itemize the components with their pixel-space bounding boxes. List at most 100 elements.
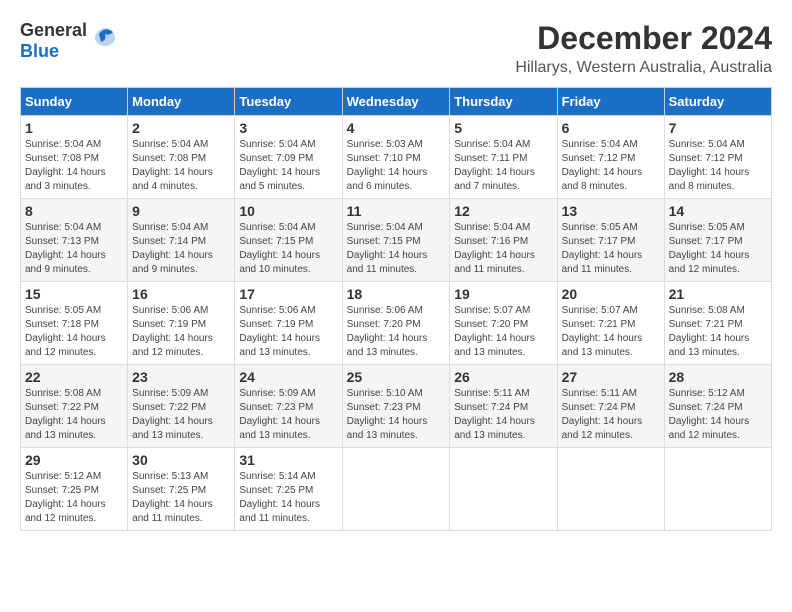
day-number: 3 (239, 120, 337, 136)
calendar-cell: 16 Sunrise: 5:06 AM Sunset: 7:19 PM Dayl… (128, 282, 235, 365)
calendar-header-thursday: Thursday (450, 88, 557, 116)
calendar-cell (450, 448, 557, 531)
calendar-header-friday: Friday (557, 88, 664, 116)
logo-text: General Blue (20, 20, 87, 62)
day-number: 22 (25, 369, 123, 385)
day-info: Sunrise: 5:10 AM Sunset: 7:23 PM Dayligh… (347, 387, 446, 443)
calendar-cell: 29 Sunrise: 5:12 AM Sunset: 7:25 PM Dayl… (21, 448, 128, 531)
day-number: 30 (132, 452, 230, 468)
title-section: December 2024 Hillarys, Western Australi… (515, 20, 772, 77)
calendar-cell: 1 Sunrise: 5:04 AM Sunset: 7:08 PM Dayli… (21, 116, 128, 199)
calendar-cell: 31 Sunrise: 5:14 AM Sunset: 7:25 PM Dayl… (235, 448, 342, 531)
calendar-table: SundayMondayTuesdayWednesdayThursdayFrid… (20, 87, 772, 531)
calendar-cell: 30 Sunrise: 5:13 AM Sunset: 7:25 PM Dayl… (128, 448, 235, 531)
day-info: Sunrise: 5:04 AM Sunset: 7:12 PM Dayligh… (669, 138, 767, 194)
calendar-cell: 6 Sunrise: 5:04 AM Sunset: 7:12 PM Dayli… (557, 116, 664, 199)
calendar-header-monday: Monday (128, 88, 235, 116)
day-number: 28 (669, 369, 767, 385)
day-info: Sunrise: 5:05 AM Sunset: 7:18 PM Dayligh… (25, 304, 123, 360)
day-number: 23 (132, 369, 230, 385)
day-info: Sunrise: 5:11 AM Sunset: 7:24 PM Dayligh… (562, 387, 660, 443)
day-info: Sunrise: 5:07 AM Sunset: 7:20 PM Dayligh… (454, 304, 552, 360)
day-info: Sunrise: 5:04 AM Sunset: 7:15 PM Dayligh… (239, 221, 337, 277)
day-info: Sunrise: 5:04 AM Sunset: 7:12 PM Dayligh… (562, 138, 660, 194)
day-info: Sunrise: 5:04 AM Sunset: 7:11 PM Dayligh… (454, 138, 552, 194)
location-subtitle: Hillarys, Western Australia, Australia (515, 59, 772, 77)
day-number: 8 (25, 203, 123, 219)
calendar-cell: 5 Sunrise: 5:04 AM Sunset: 7:11 PM Dayli… (450, 116, 557, 199)
calendar-header-tuesday: Tuesday (235, 88, 342, 116)
page-header: General Blue December 2024 Hillarys, Wes… (20, 20, 772, 77)
calendar-week-row: 1 Sunrise: 5:04 AM Sunset: 7:08 PM Dayli… (21, 116, 772, 199)
day-number: 21 (669, 286, 767, 302)
logo-blue: Blue (20, 41, 59, 61)
calendar-cell: 15 Sunrise: 5:05 AM Sunset: 7:18 PM Dayl… (21, 282, 128, 365)
calendar-cell: 9 Sunrise: 5:04 AM Sunset: 7:14 PM Dayli… (128, 199, 235, 282)
day-info: Sunrise: 5:07 AM Sunset: 7:21 PM Dayligh… (562, 304, 660, 360)
logo-general: General (20, 20, 87, 40)
day-info: Sunrise: 5:04 AM Sunset: 7:14 PM Dayligh… (132, 221, 230, 277)
calendar-cell: 12 Sunrise: 5:04 AM Sunset: 7:16 PM Dayl… (450, 199, 557, 282)
calendar-week-row: 15 Sunrise: 5:05 AM Sunset: 7:18 PM Dayl… (21, 282, 772, 365)
day-info: Sunrise: 5:04 AM Sunset: 7:08 PM Dayligh… (25, 138, 123, 194)
calendar-cell (342, 448, 450, 531)
day-info: Sunrise: 5:08 AM Sunset: 7:21 PM Dayligh… (669, 304, 767, 360)
day-number: 17 (239, 286, 337, 302)
day-number: 26 (454, 369, 552, 385)
day-number: 2 (132, 120, 230, 136)
day-number: 6 (562, 120, 660, 136)
calendar-header-sunday: Sunday (21, 88, 128, 116)
day-number: 7 (669, 120, 767, 136)
calendar-cell: 22 Sunrise: 5:08 AM Sunset: 7:22 PM Dayl… (21, 365, 128, 448)
day-info: Sunrise: 5:05 AM Sunset: 7:17 PM Dayligh… (669, 221, 767, 277)
calendar-header-row: SundayMondayTuesdayWednesdayThursdayFrid… (21, 88, 772, 116)
calendar-cell (557, 448, 664, 531)
day-info: Sunrise: 5:04 AM Sunset: 7:15 PM Dayligh… (347, 221, 446, 277)
calendar-cell: 2 Sunrise: 5:04 AM Sunset: 7:08 PM Dayli… (128, 116, 235, 199)
calendar-cell: 17 Sunrise: 5:06 AM Sunset: 7:19 PM Dayl… (235, 282, 342, 365)
day-info: Sunrise: 5:05 AM Sunset: 7:17 PM Dayligh… (562, 221, 660, 277)
calendar-cell: 19 Sunrise: 5:07 AM Sunset: 7:20 PM Dayl… (450, 282, 557, 365)
day-info: Sunrise: 5:04 AM Sunset: 7:16 PM Dayligh… (454, 221, 552, 277)
calendar-cell: 18 Sunrise: 5:06 AM Sunset: 7:20 PM Dayl… (342, 282, 450, 365)
calendar-week-row: 8 Sunrise: 5:04 AM Sunset: 7:13 PM Dayli… (21, 199, 772, 282)
bird-icon (91, 24, 119, 58)
day-number: 10 (239, 203, 337, 219)
logo: General Blue (20, 20, 119, 62)
day-info: Sunrise: 5:09 AM Sunset: 7:22 PM Dayligh… (132, 387, 230, 443)
day-number: 24 (239, 369, 337, 385)
calendar-cell: 26 Sunrise: 5:11 AM Sunset: 7:24 PM Dayl… (450, 365, 557, 448)
day-info: Sunrise: 5:04 AM Sunset: 7:08 PM Dayligh… (132, 138, 230, 194)
day-info: Sunrise: 5:09 AM Sunset: 7:23 PM Dayligh… (239, 387, 337, 443)
calendar-header-saturday: Saturday (664, 88, 771, 116)
day-info: Sunrise: 5:06 AM Sunset: 7:19 PM Dayligh… (132, 304, 230, 360)
calendar-cell: 14 Sunrise: 5:05 AM Sunset: 7:17 PM Dayl… (664, 199, 771, 282)
day-number: 9 (132, 203, 230, 219)
calendar-cell: 11 Sunrise: 5:04 AM Sunset: 7:15 PM Dayl… (342, 199, 450, 282)
day-number: 19 (454, 286, 552, 302)
day-number: 4 (347, 120, 446, 136)
calendar-cell: 8 Sunrise: 5:04 AM Sunset: 7:13 PM Dayli… (21, 199, 128, 282)
day-number: 29 (25, 452, 123, 468)
calendar-cell: 21 Sunrise: 5:08 AM Sunset: 7:21 PM Dayl… (664, 282, 771, 365)
month-title: December 2024 (515, 20, 772, 57)
calendar-cell: 23 Sunrise: 5:09 AM Sunset: 7:22 PM Dayl… (128, 365, 235, 448)
calendar-cell: 24 Sunrise: 5:09 AM Sunset: 7:23 PM Dayl… (235, 365, 342, 448)
day-info: Sunrise: 5:06 AM Sunset: 7:20 PM Dayligh… (347, 304, 446, 360)
day-number: 20 (562, 286, 660, 302)
day-info: Sunrise: 5:04 AM Sunset: 7:13 PM Dayligh… (25, 221, 123, 277)
day-number: 27 (562, 369, 660, 385)
day-number: 13 (562, 203, 660, 219)
day-info: Sunrise: 5:13 AM Sunset: 7:25 PM Dayligh… (132, 470, 230, 526)
calendar-cell: 27 Sunrise: 5:11 AM Sunset: 7:24 PM Dayl… (557, 365, 664, 448)
day-info: Sunrise: 5:11 AM Sunset: 7:24 PM Dayligh… (454, 387, 552, 443)
day-number: 25 (347, 369, 446, 385)
day-info: Sunrise: 5:12 AM Sunset: 7:24 PM Dayligh… (669, 387, 767, 443)
calendar-cell: 20 Sunrise: 5:07 AM Sunset: 7:21 PM Dayl… (557, 282, 664, 365)
calendar-cell: 28 Sunrise: 5:12 AM Sunset: 7:24 PM Dayl… (664, 365, 771, 448)
calendar-week-row: 29 Sunrise: 5:12 AM Sunset: 7:25 PM Dayl… (21, 448, 772, 531)
calendar-cell: 25 Sunrise: 5:10 AM Sunset: 7:23 PM Dayl… (342, 365, 450, 448)
day-info: Sunrise: 5:14 AM Sunset: 7:25 PM Dayligh… (239, 470, 337, 526)
day-number: 16 (132, 286, 230, 302)
day-info: Sunrise: 5:06 AM Sunset: 7:19 PM Dayligh… (239, 304, 337, 360)
